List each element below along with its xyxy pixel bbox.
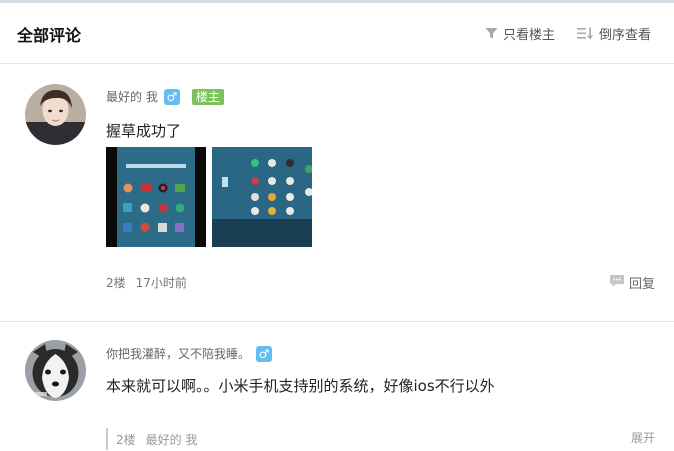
comment-meta: 2楼 17小时前 — [106, 274, 187, 291]
sub-reply-floor: 2楼 — [116, 432, 136, 447]
comments-header: 全部评论 只看楼主 倒序查看 — [0, 3, 674, 64]
reply-button[interactable]: 回复 — [609, 273, 655, 292]
reply-icon — [609, 274, 625, 292]
male-gender-icon: ♂ — [163, 88, 180, 105]
avatar[interactable] — [25, 84, 86, 145]
page-title: 全部评论 — [17, 26, 82, 45]
user-info: 你把我灌醉，又不陪我睡。 ♂ — [106, 345, 273, 362]
reverse-order-label: 倒序查看 — [599, 28, 652, 43]
comment-image-1[interactable] — [106, 147, 206, 247]
comment-text: 本来就可以啊。。小米手机支持别的系统，好像ios不行以外 — [106, 377, 495, 395]
sub-reply-preview[interactable]: 2楼 最好的 我 — [106, 428, 197, 450]
comment-item: 最好的 我 ♂ 楼主 握草成功了 2楼 17小时前 回复 — [0, 64, 674, 322]
username[interactable]: 最好的 我 — [106, 88, 158, 105]
filter-icon — [485, 27, 498, 40]
comment-image-2[interactable] — [212, 147, 312, 247]
op-badge: 楼主 — [191, 88, 224, 105]
only-op-label: 只看楼主 — [503, 28, 556, 43]
floor-number: 2楼 — [106, 276, 126, 290]
male-gender-icon: ♂ — [256, 345, 273, 362]
comment-text: 握草成功了 — [106, 122, 182, 140]
reverse-order-button[interactable]: 倒序查看 — [577, 24, 651, 43]
sort-icon — [577, 27, 594, 40]
avatar[interactable] — [25, 340, 86, 401]
only-op-button[interactable]: 只看楼主 — [485, 24, 555, 43]
timestamp: 17小时前 — [135, 276, 187, 290]
user-info: 最好的 我 ♂ 楼主 — [106, 88, 224, 105]
username[interactable]: 你把我灌醉，又不陪我睡。 — [106, 345, 250, 362]
comment-item: 你把我灌醉，又不陪我睡。 ♂ 本来就可以啊。。小米手机支持别的系统，好像ios不… — [0, 322, 674, 451]
sub-reply-username: 最好的 我 — [145, 432, 198, 447]
expand-button[interactable]: 展开 — [631, 429, 655, 446]
reply-label: 回复 — [628, 277, 655, 292]
